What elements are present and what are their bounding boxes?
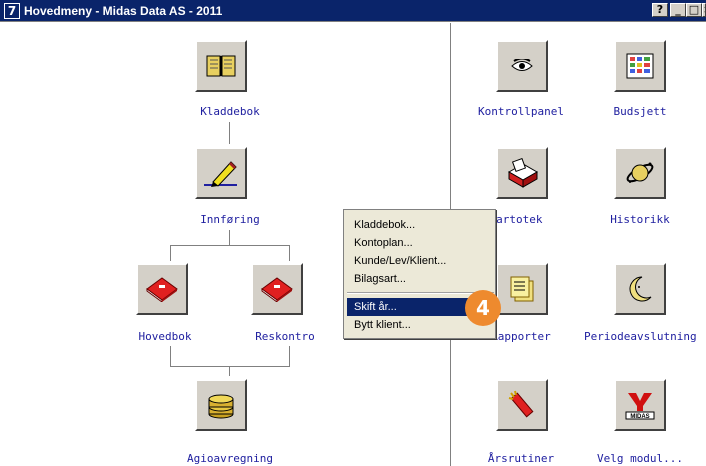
historikk-label[interactable]: Historikk <box>600 213 680 226</box>
connector-line <box>229 366 230 376</box>
budsjett-label[interactable]: Budsjett <box>600 105 680 118</box>
agioavregning-label[interactable]: Agioavregning <box>160 452 300 465</box>
pen-writing-icon <box>204 161 237 187</box>
main-menu-area: Kladdebok Innføring Hovedbok Reskontro A… <box>0 23 706 466</box>
window-title: Hovedmeny - Midas Data AS - 2011 <box>24 4 223 18</box>
red-book-icon <box>146 277 178 302</box>
connector-line <box>170 346 171 366</box>
agioavregning-button[interactable] <box>195 379 247 431</box>
connector-line <box>170 245 290 246</box>
planet-icon <box>626 162 654 183</box>
step-number-badge: 4 <box>465 290 501 326</box>
eye-icon <box>511 59 533 71</box>
connector-line <box>289 245 290 261</box>
spreadsheet-icon <box>626 53 654 79</box>
velg-modul-button[interactable]: MIDAS <box>614 379 666 431</box>
connector-line <box>229 122 230 144</box>
firecracker-icon <box>508 390 534 418</box>
menu-item-kontoplan[interactable]: Kontoplan... <box>347 234 494 252</box>
velg-modul-label[interactable]: Velg modul... <box>595 452 685 465</box>
periodeavslutning-button[interactable] <box>614 263 666 315</box>
connector-line <box>229 230 230 245</box>
coins-icon <box>208 394 234 419</box>
hovedbok-label[interactable]: Hovedbok <box>120 330 210 343</box>
midas-logo-icon: MIDAS <box>625 393 655 420</box>
maximize-button[interactable]: □ <box>686 3 702 17</box>
kontrollpanel-button[interactable] <box>496 40 548 92</box>
kartotek-button[interactable] <box>496 147 548 199</box>
reskontro-button[interactable] <box>251 263 303 315</box>
kladdebok-label[interactable]: Kladdebok <box>170 105 290 118</box>
rapporter-button[interactable] <box>496 263 548 315</box>
arsrutiner-button[interactable] <box>496 379 548 431</box>
menu-item-bilagsart[interactable]: Bilagsart... <box>347 270 494 288</box>
innforing-label[interactable]: Innføring <box>170 213 290 226</box>
connector-line <box>170 245 171 261</box>
connector-line <box>289 346 290 366</box>
kladdebok-button[interactable] <box>195 40 247 92</box>
title-bar[interactable]: 7 Hovedmeny - Midas Data AS - 2011 ? _ □… <box>0 0 706 22</box>
card-index-icon <box>507 158 539 188</box>
periodeavslutning-label[interactable]: Periodeavslutning <box>584 330 706 343</box>
minimize-button[interactable]: _ <box>670 3 686 17</box>
moon-icon <box>629 276 652 302</box>
innforing-button[interactable] <box>195 147 247 199</box>
budsjett-button[interactable] <box>614 40 666 92</box>
report-icon <box>510 276 534 302</box>
historikk-button[interactable] <box>614 147 666 199</box>
red-book-icon <box>261 277 293 302</box>
connector-line <box>170 366 290 367</box>
menu-item-kunde-lev-klient[interactable]: Kunde/Lev/Klient... <box>347 252 494 270</box>
arsrutiner-label[interactable]: Årsrutiner <box>481 452 561 465</box>
kontrollpanel-label[interactable]: Kontrollpanel <box>471 105 571 118</box>
hovedbok-button[interactable] <box>136 263 188 315</box>
reskontro-label[interactable]: Reskontro <box>240 330 330 343</box>
svg-text:MIDAS: MIDAS <box>630 414 649 420</box>
app-icon[interactable]: 7 <box>4 3 20 19</box>
close-button[interactable]: × <box>702 3 706 17</box>
menu-item-kladdebok[interactable]: Kladdebok... <box>347 216 494 234</box>
book-open-icon <box>206 55 236 77</box>
help-button[interactable]: ? <box>652 3 668 17</box>
